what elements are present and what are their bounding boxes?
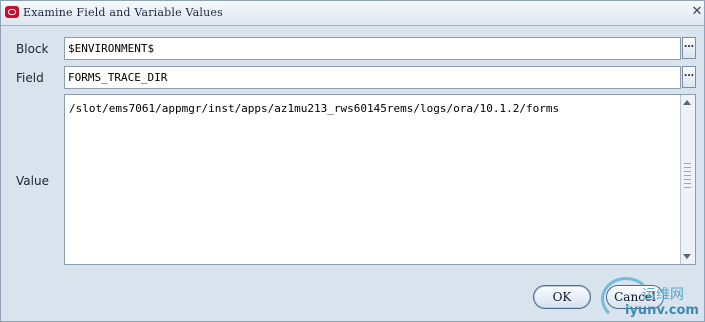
- scroll-down-icon[interactable]: [683, 254, 691, 259]
- watermark-url: iyunv.com: [625, 303, 699, 318]
- block-label: Block: [16, 42, 49, 56]
- close-icon[interactable]: ✕: [691, 5, 703, 19]
- ok-button[interactable]: OK: [533, 285, 591, 309]
- field-lov-button[interactable]: …: [682, 66, 696, 88]
- value-text: /slot/ems7061/appmgr/inst/apps/az1mu213_…: [69, 102, 560, 115]
- watermark-text: 运维网: [642, 287, 684, 303]
- value-textarea[interactable]: /slot/ems7061/appmgr/inst/apps/az1mu213_…: [64, 94, 696, 265]
- value-scrollbar[interactable]: [680, 95, 695, 264]
- scroll-up-icon[interactable]: [683, 100, 691, 105]
- scroll-grip-icon[interactable]: [684, 163, 691, 191]
- oracle-logo-icon: [5, 6, 19, 18]
- title-bar[interactable]: Examine Field and Variable Values ✕: [1, 1, 704, 26]
- block-lov-button[interactable]: …: [682, 37, 696, 59]
- field-label: Field: [16, 71, 44, 85]
- value-label: Value: [16, 174, 49, 188]
- examine-dialog: Examine Field and Variable Values ✕ Bloc…: [0, 0, 705, 322]
- field-field[interactable]: FORMS_TRACE_DIR: [64, 66, 681, 89]
- block-field[interactable]: $ENVIRONMENT$: [64, 37, 681, 60]
- window-title: Examine Field and Variable Values: [23, 6, 223, 19]
